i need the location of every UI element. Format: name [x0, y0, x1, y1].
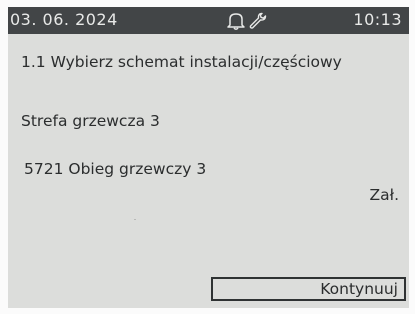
- parameter-value[interactable]: Zał.: [370, 186, 399, 204]
- status-icons: [225, 11, 269, 31]
- zone-label: Strefa grzewcza 3: [21, 112, 160, 130]
- parameter-label[interactable]: 5721 Obieg grzewczy 3: [24, 160, 206, 178]
- wrench-icon: [249, 12, 267, 29]
- screen-speck: [134, 219, 136, 220]
- menu-title: 1.1 Wybierz schemat instalacji/częściowy: [21, 53, 342, 71]
- status-time: 10:13: [353, 10, 402, 29]
- bell-icon: [227, 13, 245, 30]
- display-screen: 03. 06. 2024 10:13 1.1 Wybierz schemat i…: [8, 7, 409, 308]
- status-date: 03. 06. 2024: [10, 10, 118, 29]
- status-bar: 03. 06. 2024 10:13: [8, 7, 409, 34]
- continue-button[interactable]: Kontynuuj: [211, 277, 406, 301]
